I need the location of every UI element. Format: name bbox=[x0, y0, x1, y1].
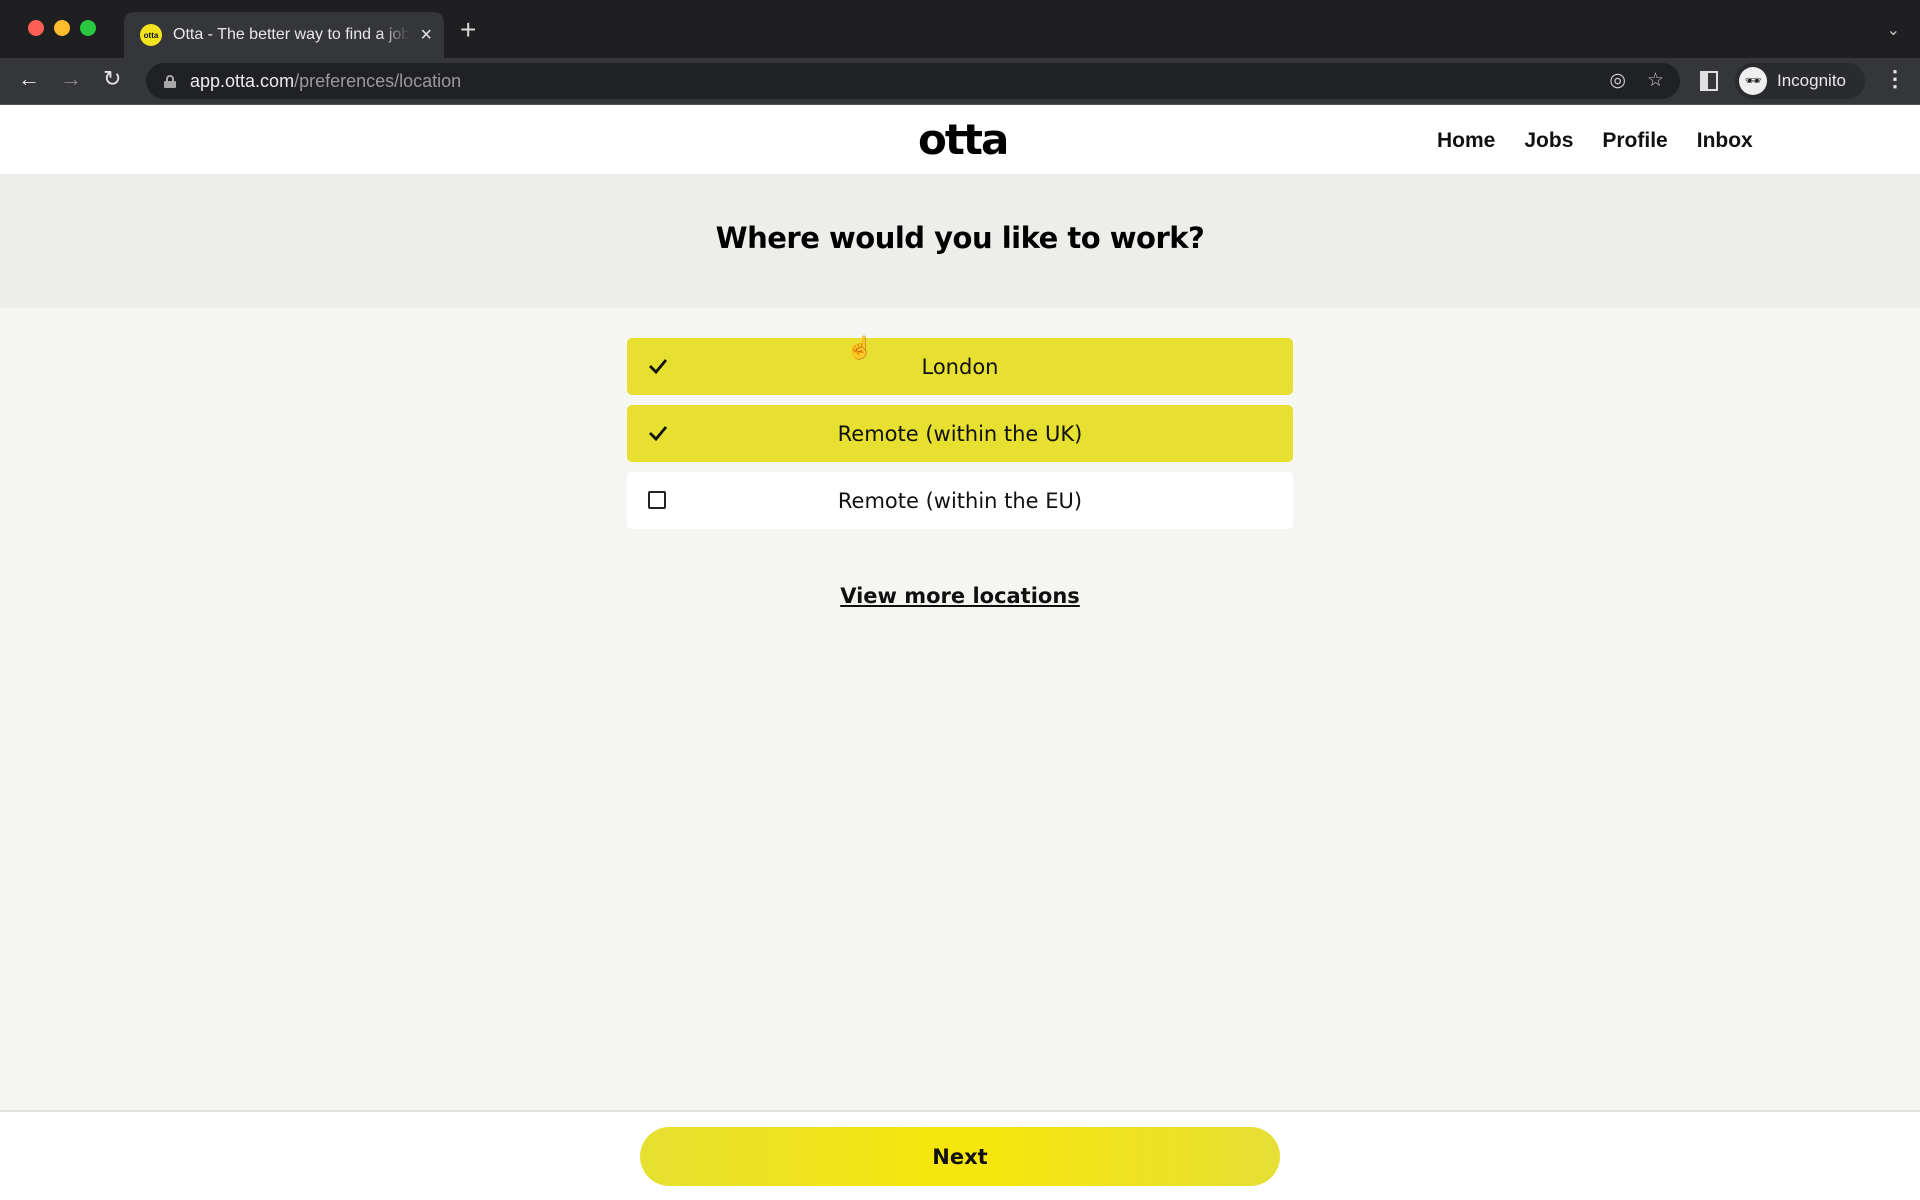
side-panel-icon[interactable] bbox=[1700, 71, 1718, 91]
nav-profile[interactable]: Profile bbox=[1602, 129, 1667, 153]
forward-arrow-icon[interactable]: → bbox=[60, 66, 82, 92]
tracking-protection-eye-off-icon[interactable]: ◎ bbox=[1609, 69, 1626, 92]
option-label: Remote (within the EU) bbox=[837, 488, 1083, 513]
url-path: /preferences/location bbox=[294, 70, 462, 91]
otta-favicon-icon: otta bbox=[140, 24, 162, 46]
window-maximize-button[interactable] bbox=[80, 20, 96, 36]
location-option-remote-uk[interactable]: Remote (within the UK) bbox=[627, 405, 1293, 462]
browser-menu-icon[interactable]: ⋮ bbox=[1884, 66, 1906, 92]
option-label: London bbox=[921, 354, 999, 379]
lock-icon bbox=[164, 74, 176, 88]
browser-tab-active[interactable]: otta Otta - The better way to find a job… bbox=[124, 12, 444, 58]
location-option-remote-eu[interactable]: Remote (within the EU) bbox=[627, 472, 1293, 529]
incognito-profile-button[interactable]: 🕶 Incognito bbox=[1735, 63, 1865, 99]
bookmark-star-icon[interactable]: ☆ bbox=[1647, 69, 1664, 92]
view-more-container: View more locations bbox=[0, 584, 1920, 608]
otta-logo[interactable]: otta bbox=[918, 115, 1009, 164]
option-label: Remote (within the UK) bbox=[837, 421, 1083, 446]
footer-bar: Next bbox=[0, 1110, 1920, 1200]
browser-toolbar: ← → ↻ app.otta.com /preferences/location… bbox=[0, 58, 1920, 105]
hand-cursor-icon: ☝ bbox=[846, 335, 874, 360]
close-tab-icon[interactable]: × bbox=[420, 24, 432, 47]
question-banner: Where would you like to work? bbox=[0, 174, 1920, 308]
nav-home[interactable]: Home bbox=[1437, 129, 1495, 153]
reload-icon[interactable]: ↻ bbox=[103, 66, 121, 92]
page-title: Where would you like to work? bbox=[715, 221, 1205, 255]
site-header: otta Home Jobs Profile Inbox bbox=[0, 105, 1920, 174]
next-button[interactable]: Next bbox=[640, 1127, 1280, 1186]
window-minimize-button[interactable] bbox=[54, 20, 70, 36]
checkbox-empty-icon[interactable] bbox=[648, 491, 666, 509]
checkmark-icon bbox=[649, 359, 668, 375]
checkmark-icon bbox=[649, 426, 668, 442]
new-tab-icon[interactable]: + bbox=[460, 14, 476, 46]
location-options: London Remote (within the UK) Remote (wi… bbox=[627, 338, 1293, 539]
nav-inbox[interactable]: Inbox bbox=[1697, 129, 1753, 153]
location-option-london[interactable]: London bbox=[627, 338, 1293, 395]
tab-title: Otta - The better way to find a job bbox=[173, 26, 409, 43]
window-close-button[interactable] bbox=[28, 20, 44, 36]
nav-jobs[interactable]: Jobs bbox=[1524, 129, 1573, 153]
view-more-locations-link[interactable]: View more locations bbox=[840, 584, 1080, 608]
browser-tab-strip: otta Otta - The better way to find a job… bbox=[0, 0, 1920, 58]
tab-search-chevron-icon[interactable]: ⌄ bbox=[1887, 20, 1900, 40]
address-bar[interactable]: app.otta.com /preferences/location ◎ ☆ bbox=[146, 63, 1680, 99]
back-arrow-icon[interactable]: ← bbox=[18, 66, 40, 92]
incognito-icon: 🕶 bbox=[1739, 67, 1767, 95]
incognito-label: Incognito bbox=[1777, 71, 1846, 90]
main-nav: Home Jobs Profile Inbox bbox=[1437, 129, 1782, 153]
url-host: app.otta.com bbox=[190, 70, 295, 91]
